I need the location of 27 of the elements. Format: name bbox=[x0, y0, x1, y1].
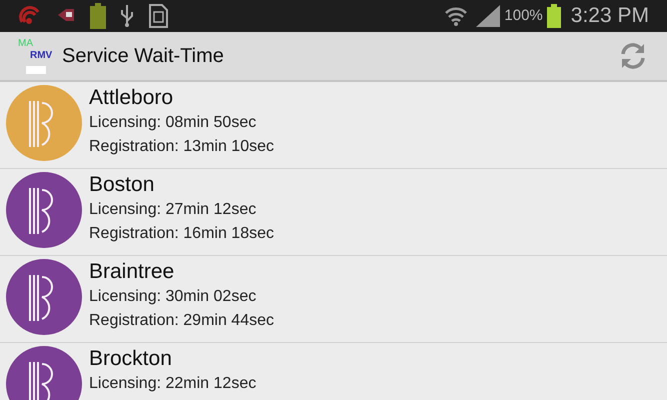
usb-icon bbox=[120, 4, 134, 28]
registration-wait-time: Registration: 13min 10sec bbox=[89, 137, 274, 157]
licensing-wait-time: Licensing: 22min 12sec bbox=[89, 374, 256, 394]
logo-text: RMV bbox=[30, 51, 52, 61]
licensing-wait-time: Licensing: 27min 12sec bbox=[89, 200, 258, 220]
licensing-wait-time: Licensing: 08min 50sec bbox=[89, 113, 258, 133]
licensing-wait-time: Licensing: 30min 02sec bbox=[89, 287, 258, 307]
wifi-icon bbox=[444, 5, 468, 27]
clock: 3:23 PM bbox=[570, 3, 649, 30]
branch-row[interactable]: Boston Licensing: 27min 12sec Registration: 16min 18sec bbox=[0, 169, 667, 256]
branch-name: Braintree bbox=[89, 259, 176, 285]
branch-name: Brockton bbox=[89, 346, 173, 372]
battery-icon bbox=[90, 3, 106, 29]
logo-text: MA bbox=[18, 39, 33, 49]
branch-name: Boston bbox=[89, 172, 156, 198]
battery-icon bbox=[546, 4, 561, 28]
antenna-icon bbox=[18, 6, 42, 26]
signal-icon bbox=[476, 5, 500, 27]
branch-row[interactable]: Attleboro Licensing: 08min 50sec Registration: 13min 10sec bbox=[0, 82, 667, 169]
emblem-icon bbox=[6, 346, 82, 400]
registration-wait-time: Registration: 29min 44sec bbox=[89, 311, 274, 331]
branch-name: Attleboro bbox=[89, 85, 174, 111]
battery-percent: 100% bbox=[504, 6, 543, 26]
app-title: Service Wait-Time bbox=[62, 44, 224, 69]
sd-card-icon bbox=[148, 4, 168, 28]
registration-wait-time: Registration: 16min 18sec bbox=[89, 224, 274, 244]
branch-row[interactable]: Braintree Licensing: 30min 02sec Registration: 29min 44sec bbox=[0, 256, 667, 343]
